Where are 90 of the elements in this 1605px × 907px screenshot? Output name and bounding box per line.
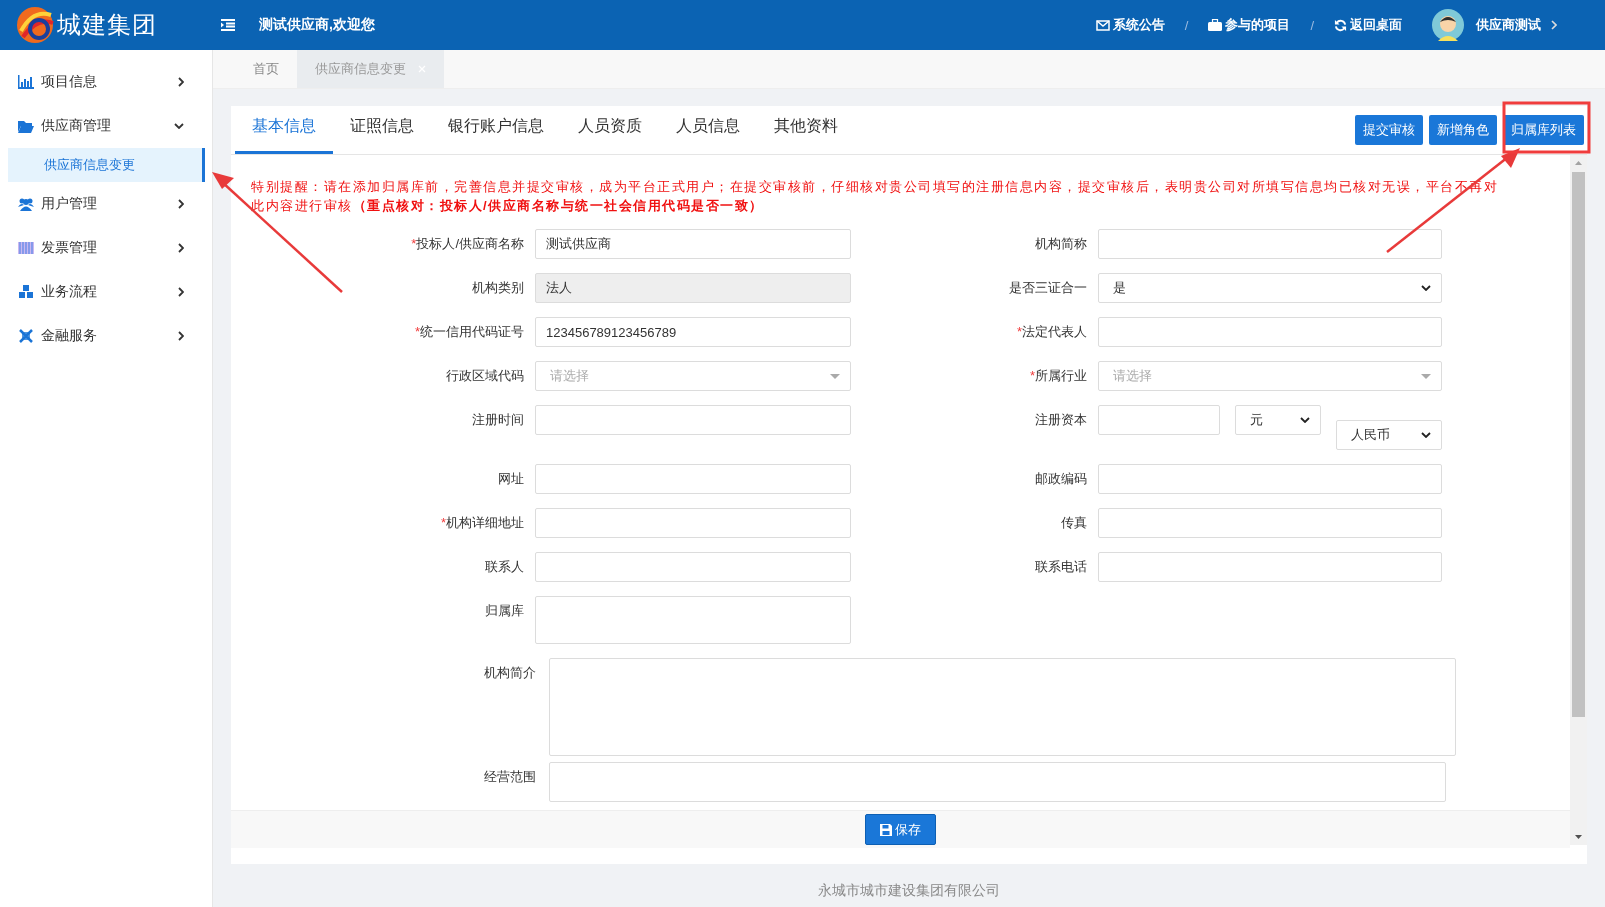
input-field[interactable]: [1098, 405, 1220, 435]
chevron-down-icon: [1421, 432, 1431, 438]
field-label: 归属库: [484, 602, 524, 620]
field-label: 机构类别: [471, 279, 524, 297]
form-tab[interactable]: 证照信息: [333, 105, 431, 154]
chevron-right-icon[interactable]: [1551, 20, 1557, 30]
unit-select[interactable]: 元: [1235, 405, 1321, 435]
user-name[interactable]: 供应商测试: [1476, 16, 1541, 34]
nav-link[interactable]: 系统公告: [1095, 16, 1165, 34]
save-button[interactable]: 保存: [865, 814, 936, 845]
input-field[interactable]: [535, 405, 851, 435]
logo-text: 城建集团: [57, 10, 157, 40]
input-field[interactable]: [535, 508, 851, 538]
field-label: *所属行业: [1028, 367, 1087, 385]
field-label: *统一信用代码证号: [413, 323, 524, 341]
text-area[interactable]: [535, 596, 851, 644]
action-button[interactable]: 归属库列表: [1503, 115, 1584, 145]
nav-link[interactable]: 返回桌面: [1334, 16, 1402, 34]
caret-icon: [830, 373, 840, 379]
cubes-icon: [18, 285, 34, 299]
text-area[interactable]: [549, 762, 1446, 802]
input-field[interactable]: [1098, 317, 1442, 347]
input-field[interactable]: [535, 464, 851, 494]
action-button[interactable]: 新增角色: [1429, 115, 1497, 145]
refresh-icon: [1334, 18, 1347, 32]
action-button[interactable]: 提交审核: [1355, 115, 1423, 145]
text-area[interactable]: [549, 658, 1456, 756]
sidebar-subitem[interactable]: 供应商信息变更: [8, 148, 205, 182]
select-field[interactable]: 是: [1098, 273, 1442, 303]
field-label: 行政区域代码: [445, 367, 524, 385]
separator: /: [1184, 17, 1189, 33]
chevron-down-icon: [1300, 417, 1310, 423]
footer-text: 永城市城市建设集团有限公司: [817, 882, 1001, 900]
nav-link[interactable]: 参与的项目: [1208, 16, 1291, 34]
input-field[interactable]: 123456789123456789: [535, 317, 851, 347]
input-field[interactable]: [1098, 229, 1442, 259]
envelope-icon: [1095, 19, 1110, 31]
field-label: 注册时间: [471, 411, 524, 429]
welcome-text: 测试供应商,欢迎您: [259, 16, 375, 34]
form-tab[interactable]: 人员资质: [561, 105, 659, 154]
input-field[interactable]: [535, 552, 851, 582]
field-label: 联系人: [484, 558, 524, 576]
sidebar-item[interactable]: 用户管理: [0, 182, 212, 226]
menu-icon[interactable]: [221, 19, 235, 31]
input-field[interactable]: [1098, 508, 1442, 538]
form-tab[interactable]: 人员信息: [659, 105, 757, 154]
field-label: *机构详细地址: [439, 514, 524, 532]
scrollbar[interactable]: [1570, 155, 1587, 845]
input-field[interactable]: 测试供应商: [535, 229, 851, 259]
page-tab[interactable]: 首页: [235, 50, 297, 88]
save-icon: [880, 823, 892, 836]
chevron-right-icon: [178, 331, 184, 341]
cross-icon: [18, 329, 34, 343]
avatar-icon[interactable]: [1432, 9, 1464, 41]
sidebar-item[interactable]: 业务流程: [0, 270, 212, 314]
chevron-right-icon: [178, 199, 184, 209]
chevron-down-icon: [174, 123, 184, 129]
field-label: 邮政编码: [1034, 470, 1087, 488]
field-label: *法定代表人: [1015, 323, 1087, 341]
form-tab[interactable]: 其他资料: [757, 105, 855, 154]
caret-icon: [1421, 373, 1431, 379]
field-label: 联系电话: [1034, 558, 1087, 576]
sidebar-item[interactable]: 供应商管理: [0, 104, 212, 148]
field-label: 传真: [1060, 514, 1087, 532]
folder-icon: [18, 119, 34, 133]
field-label: 机构简称: [1034, 235, 1087, 253]
field-label: 机构简介: [483, 664, 536, 682]
chart-icon: [18, 75, 34, 89]
separator: /: [1310, 17, 1314, 33]
currency-select[interactable]: 人民币: [1336, 420, 1442, 450]
users-icon: [18, 197, 34, 211]
field-label: 网址: [497, 470, 524, 488]
form-tab[interactable]: 银行账户信息: [431, 105, 561, 154]
chevron-down-icon: [1421, 285, 1431, 291]
briefcase-icon: [1208, 19, 1223, 31]
chevron-right-icon: [178, 287, 184, 297]
barcode-icon: [18, 241, 34, 255]
sidebar-item[interactable]: 项目信息: [0, 60, 212, 104]
field-label: 注册资本: [1034, 411, 1087, 429]
form-tab[interactable]: 基本信息: [235, 105, 333, 154]
input-field[interactable]: [1098, 464, 1442, 494]
field-label: 经营范围: [483, 768, 536, 786]
field-label: 是否三证合一: [1008, 279, 1087, 297]
input-field[interactable]: [1098, 552, 1442, 582]
chevron-right-icon: [178, 243, 184, 253]
chevron-right-icon: [178, 77, 184, 87]
sidebar-item[interactable]: 金融服务: [0, 314, 212, 358]
sidebar-item[interactable]: 发票管理: [0, 226, 212, 270]
logo-icon: [15, 5, 55, 45]
field-label: *投标人/供应商名称: [410, 235, 524, 253]
